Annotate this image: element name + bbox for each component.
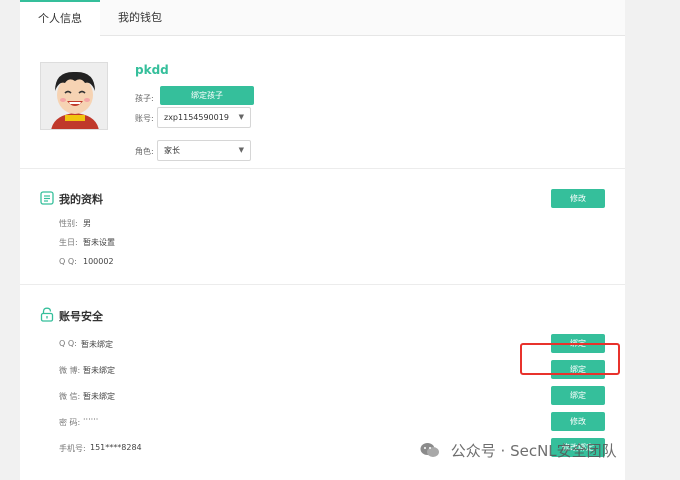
chevron-down-icon: ▼ <box>238 113 244 121</box>
gender-value: 男 <box>83 219 91 228</box>
tab-bar: 个人信息 我的钱包 <box>20 0 625 36</box>
divider <box>20 168 625 169</box>
chevron-down-icon: ▼ <box>238 146 244 154</box>
tab-personal-info[interactable]: 个人信息 <box>20 0 100 36</box>
profile-panel: pkdd 孩子: 绑定孩子 账号: zxp1154590019 ▼ 角色: 家长… <box>20 36 625 480</box>
wechat-bind-label: 微 信: <box>59 392 81 401</box>
weibo-bind-status: 暂未绑定 <box>83 366 115 375</box>
role-select[interactable]: 家长 ▼ <box>157 140 251 161</box>
phone-value: 151****8284 <box>90 443 142 452</box>
security-title: 账号安全 <box>59 310 103 323</box>
role-value: 家长 <box>164 146 180 155</box>
account-select[interactable]: zxp1154590019 ▼ <box>157 107 251 128</box>
username: pkdd <box>135 63 169 77</box>
weibo-bind-label: 微 博: <box>59 366 81 375</box>
divider <box>20 284 625 285</box>
profile-card-icon <box>40 191 54 205</box>
bind-wechat-button[interactable]: 绑定 <box>551 386 605 405</box>
password-value: ······ <box>83 415 99 424</box>
tab-my-wallet[interactable]: 我的钱包 <box>100 0 180 36</box>
highlight-box <box>520 343 620 375</box>
password-label: 密 码: <box>59 418 81 427</box>
child-label: 孩子: <box>135 94 154 103</box>
birthday-label: 生日: <box>59 238 78 247</box>
watermark-text: 公众号 · SecNL安全团队 <box>450 442 617 460</box>
qq-value: 100002 <box>83 257 114 266</box>
change-password-button[interactable]: 修改 <box>551 412 605 431</box>
birthday-value: 暂未设置 <box>83 238 115 247</box>
qq-label: Q Q: <box>59 257 77 266</box>
qq-bind-status: 暂未绑定 <box>81 340 113 349</box>
role-label: 角色: <box>135 147 154 156</box>
watermark: 公众号 · SecNL安全团队 <box>420 440 617 461</box>
wechat-bind-status: 暂未绑定 <box>83 392 115 401</box>
lock-icon <box>40 307 54 322</box>
phone-label: 手机号: <box>59 444 86 453</box>
avatar <box>40 62 108 130</box>
account-label: 账号: <box>135 114 154 123</box>
my-info-title: 我的资料 <box>59 193 103 206</box>
wechat-icon <box>420 443 439 457</box>
gender-label: 性别: <box>59 219 78 228</box>
qq-bind-label: Q Q: <box>59 339 77 348</box>
edit-info-button[interactable]: 修改 <box>551 189 605 208</box>
bind-child-button[interactable]: 绑定孩子 <box>160 86 254 105</box>
account-value: zxp1154590019 <box>164 113 229 122</box>
